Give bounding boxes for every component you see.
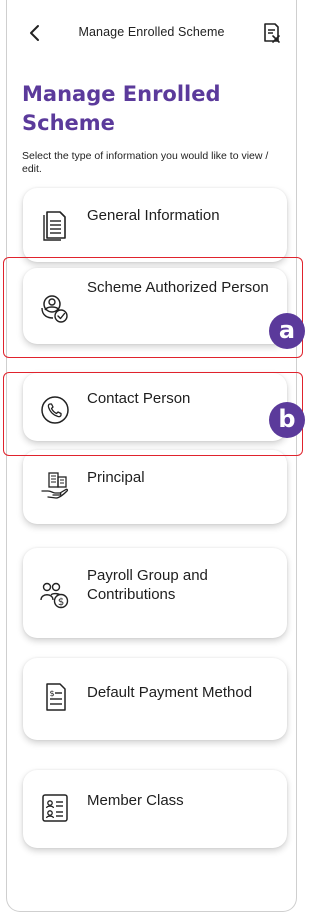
menu-item-payroll-group[interactable]: $ Payroll Group and Contributions	[23, 548, 287, 638]
annotation-highlight-a	[3, 257, 303, 358]
group-dollar-icon: $	[40, 582, 69, 609]
id-list-icon	[42, 794, 68, 822]
svg-text:$: $	[49, 689, 54, 698]
svg-text:$: $	[58, 597, 64, 608]
menu-item-label: Payroll Group and Contributions	[87, 567, 208, 603]
menu-item-member-class[interactable]: Member Class	[23, 770, 287, 848]
page-title: Manage Enrolled Scheme	[22, 82, 221, 135]
menu-item-principal[interactable]: Principal	[23, 450, 287, 524]
menu-item-label: Default Payment Method	[87, 684, 253, 701]
app-screen: Manage Enrolled Scheme Manage Enrolled S…	[6, 0, 297, 912]
document-x-icon[interactable]	[262, 22, 282, 44]
document-icon	[43, 211, 66, 241]
annotation-badge-b: b	[269, 402, 305, 438]
topbar-title: Manage Enrolled Scheme	[78, 25, 225, 39]
instruction-text: Select the type of information you would…	[22, 150, 269, 175]
menu-item-label: Member Class	[87, 792, 184, 809]
menu-item-general-information[interactable]: General Information	[23, 188, 287, 262]
annotation-highlight-b	[3, 372, 303, 456]
building-hand-icon	[41, 472, 69, 499]
menu-item-label: Principal	[87, 469, 145, 486]
annotation-badge-a: a	[269, 313, 305, 349]
top-bar: Manage Enrolled Scheme	[7, 0, 296, 66]
dollar-document-icon: $	[46, 683, 66, 711]
menu-item-default-payment-method[interactable]: $ Default Payment Method	[23, 658, 287, 740]
menu-item-label: General Information	[87, 207, 220, 224]
